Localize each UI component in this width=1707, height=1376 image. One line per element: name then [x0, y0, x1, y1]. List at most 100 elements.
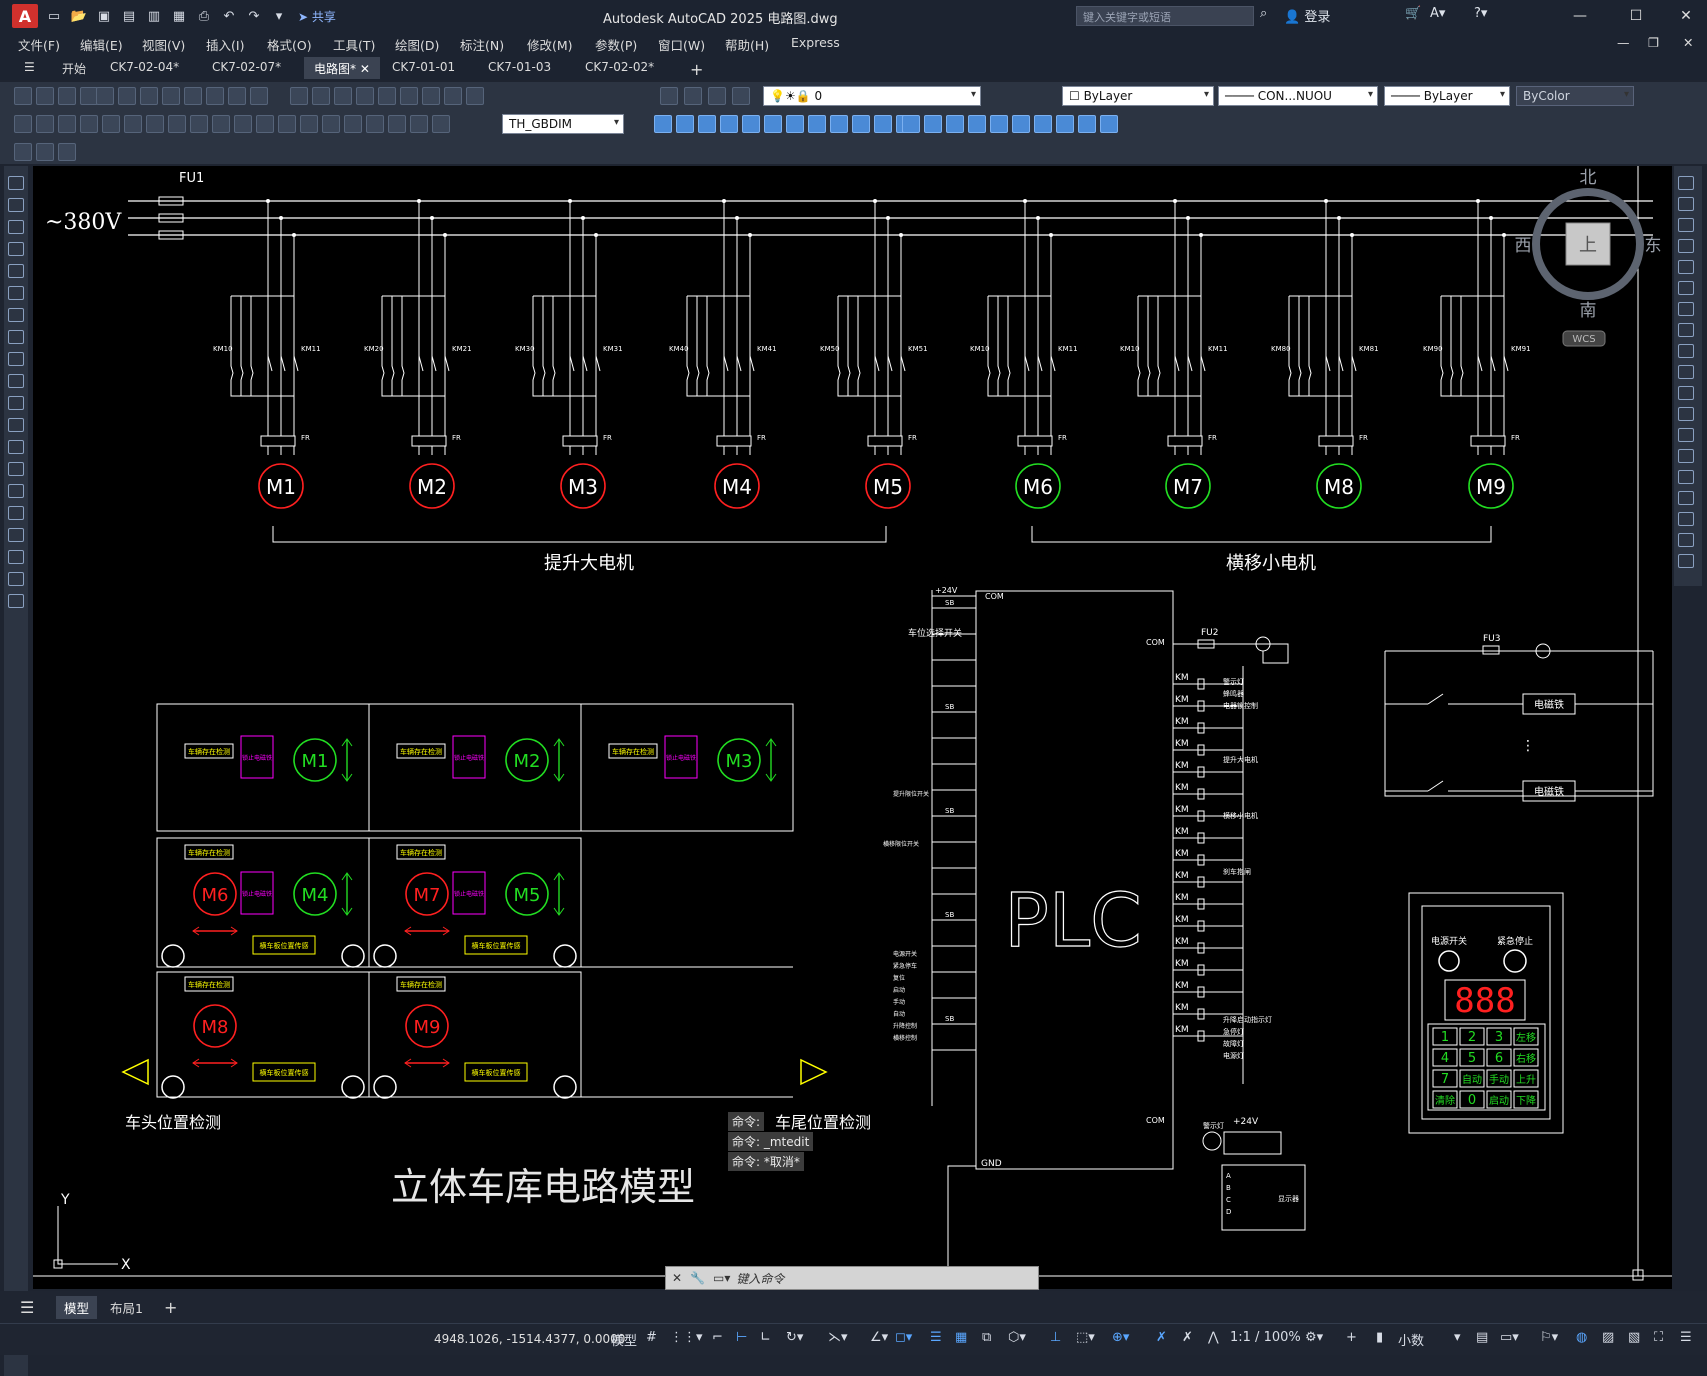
standard-tool-icon-4[interactable]: [96, 87, 114, 105]
menu-hamburger-icon[interactable]: ☰: [14, 57, 45, 79]
clean-screen-icon[interactable]: ▨: [1602, 1330, 1614, 1345]
standard-tool-icon-22[interactable]: [684, 87, 702, 105]
modify-tool-icon-4[interactable]: [1678, 260, 1694, 274]
dimension-tool-icon-7[interactable]: [168, 115, 186, 133]
standard-tool-icon-15[interactable]: [356, 87, 374, 105]
menu-parametric[interactable]: 参数(P): [595, 35, 637, 54]
save-icon[interactable]: ▣: [95, 7, 113, 25]
annotation-monitor-icon[interactable]: +: [1346, 1330, 1357, 1345]
command-close-icon[interactable]: ✕: [672, 1271, 682, 1285]
redo-icon[interactable]: ↷: [245, 7, 263, 25]
modify-tool-icon-9[interactable]: [1678, 365, 1694, 379]
doc-close-button[interactable]: ✕: [1683, 35, 1693, 50]
draw-tool-icon-12[interactable]: [8, 440, 24, 454]
dimension-tool-icon-5[interactable]: [124, 115, 142, 133]
dimension-tool-icon-32[interactable]: [902, 115, 920, 133]
dimension-tool-icon-37[interactable]: [1012, 115, 1030, 133]
annotation-scale[interactable]: 1:1 / 100%: [1230, 1330, 1301, 1345]
draw-tool-icon-16[interactable]: [8, 528, 24, 542]
color-dropdown[interactable]: ☐ ByLayer ▾: [1062, 86, 1214, 106]
standard-tool-icon-5[interactable]: [118, 87, 136, 105]
new-file-icon[interactable]: ▭: [45, 7, 63, 25]
standard-tool-icon-6[interactable]: [140, 87, 158, 105]
standard-tool-icon-10[interactable]: [228, 87, 246, 105]
draw-tool-icon-17[interactable]: [8, 550, 24, 564]
close-button[interactable]: ✕: [1668, 4, 1704, 28]
extra-tool-icon-0[interactable]: [14, 143, 32, 161]
hardware-acceleration-icon[interactable]: ◍: [1576, 1330, 1587, 1345]
standard-tool-icon-19[interactable]: [444, 87, 462, 105]
gizmo-icon[interactable]: ⊕▾: [1112, 1330, 1129, 1345]
transparency-icon[interactable]: ▦: [955, 1330, 967, 1345]
draw-tool-icon-4[interactable]: [8, 264, 24, 278]
save-as-icon[interactable]: ▤: [120, 7, 138, 25]
dimension-tool-icon-1[interactable]: [36, 115, 54, 133]
viewcube[interactable]: 上 北南 西 东 WCS: [1515, 168, 1662, 347]
model-space-toggle[interactable]: 模型: [611, 1330, 637, 1349]
units-chevron-icon[interactable]: ▾: [1454, 1330, 1461, 1345]
modify-tool-icon-18[interactable]: [1678, 554, 1694, 568]
dimstyle-dropdown[interactable]: TH_GBDIM ▾: [502, 114, 624, 134]
draw-tool-icon-19[interactable]: [8, 594, 24, 608]
lineweight-icon[interactable]: ☰: [930, 1330, 942, 1345]
modify-tool-icon-7[interactable]: [1678, 323, 1694, 337]
standard-tool-icon-17[interactable]: [400, 87, 418, 105]
modify-tool-icon-14[interactable]: [1678, 470, 1694, 484]
dynamic-ucs-icon[interactable]: ⊥: [1050, 1330, 1061, 1345]
plotstyle-dropdown[interactable]: ByColor ▾: [1516, 86, 1634, 106]
web-mobile-icon[interactable]: ▥: [145, 7, 163, 25]
draw-tool-icon-8[interactable]: [8, 352, 24, 366]
draw-tool-icon-0[interactable]: [8, 176, 24, 190]
dimension-tool-icon-11[interactable]: [256, 115, 274, 133]
3d-osnap-icon[interactable]: ⬡▾: [1008, 1330, 1026, 1345]
tab-ck7-02-07[interactable]: CK7-02-07*: [202, 57, 291, 79]
share-button[interactable]: ➤ 共享: [298, 8, 336, 25]
dimension-tool-icon-6[interactable]: [146, 115, 164, 133]
object-snap-tracking-icon[interactable]: ∠▾: [870, 1330, 888, 1345]
user-login[interactable]: 👤 登录: [1284, 6, 1330, 25]
dimension-tool-icon-21[interactable]: [676, 115, 694, 133]
dimension-tool-icon-34[interactable]: [946, 115, 964, 133]
menu-file[interactable]: 文件(F): [18, 35, 60, 54]
units-dropdown[interactable]: 小数: [1398, 1330, 1424, 1349]
modify-tool-icon-12[interactable]: [1678, 428, 1694, 442]
quick-properties-icon[interactable]: ▤: [1476, 1330, 1488, 1345]
standard-tool-icon-21[interactable]: [660, 87, 678, 105]
tab-ck7-02-02[interactable]: CK7-02-02*: [575, 57, 664, 79]
linetype-dropdown[interactable]: ──── CON...NUOU ▾: [1218, 86, 1378, 106]
command-line[interactable]: ✕ 🔧 ▭▾ 键入命令: [665, 1266, 1039, 1290]
maximize-button[interactable]: ☐: [1618, 4, 1654, 28]
doc-restore-button[interactable]: ❐: [1648, 35, 1659, 50]
graphics-performance-icon[interactable]: ▧: [1628, 1330, 1640, 1345]
standard-tool-icon-13[interactable]: [312, 87, 330, 105]
modify-tool-icon-15[interactable]: [1678, 491, 1694, 505]
standard-tool-icon-7[interactable]: [162, 87, 180, 105]
standard-tool-icon-23[interactable]: [708, 87, 726, 105]
tab-ck7-01-01[interactable]: CK7-01-01: [382, 57, 465, 79]
draw-tool-icon-7[interactable]: [8, 330, 24, 344]
plot-icon[interactable]: ⎙: [195, 7, 213, 25]
search-icon[interactable]: ⌕: [1260, 6, 1267, 21]
command-customize-icon[interactable]: 🔧: [690, 1271, 705, 1285]
annotation-scale-icon[interactable]: ⋀: [1208, 1330, 1219, 1345]
dimension-tool-icon-35[interactable]: [968, 115, 986, 133]
modify-tool-icon-17[interactable]: [1678, 533, 1694, 547]
circuit-drawing[interactable]: FU1~380VFRKM10 KM11M1FRKM20 KM21M2FRKM30 KM…: [33, 166, 1672, 1289]
dimension-tool-icon-25[interactable]: [764, 115, 782, 133]
ortho-icon[interactable]: ∟: [760, 1330, 771, 1345]
dimension-tool-icon-17[interactable]: [388, 115, 406, 133]
modify-tool-icon-1[interactable]: [1678, 197, 1694, 211]
draw-tool-icon-5[interactable]: [8, 286, 24, 300]
tab-start[interactable]: 开始: [52, 57, 96, 79]
dimension-tool-icon-26[interactable]: [786, 115, 804, 133]
dimension-tool-icon-29[interactable]: [852, 115, 870, 133]
dimension-tool-icon-36[interactable]: [990, 115, 1008, 133]
workspace-gear-icon[interactable]: ⚙▾: [1305, 1330, 1323, 1345]
dimension-tool-icon-33[interactable]: [924, 115, 942, 133]
isodraft-icon[interactable]: ⋋▾: [828, 1330, 848, 1345]
command-input[interactable]: 键入命令: [736, 1270, 784, 1287]
menu-window[interactable]: 窗口(W): [658, 35, 705, 54]
dimension-tool-icon-9[interactable]: [212, 115, 230, 133]
customize-icon[interactable]: ▾: [270, 7, 288, 25]
standard-tool-icon-8[interactable]: [184, 87, 202, 105]
